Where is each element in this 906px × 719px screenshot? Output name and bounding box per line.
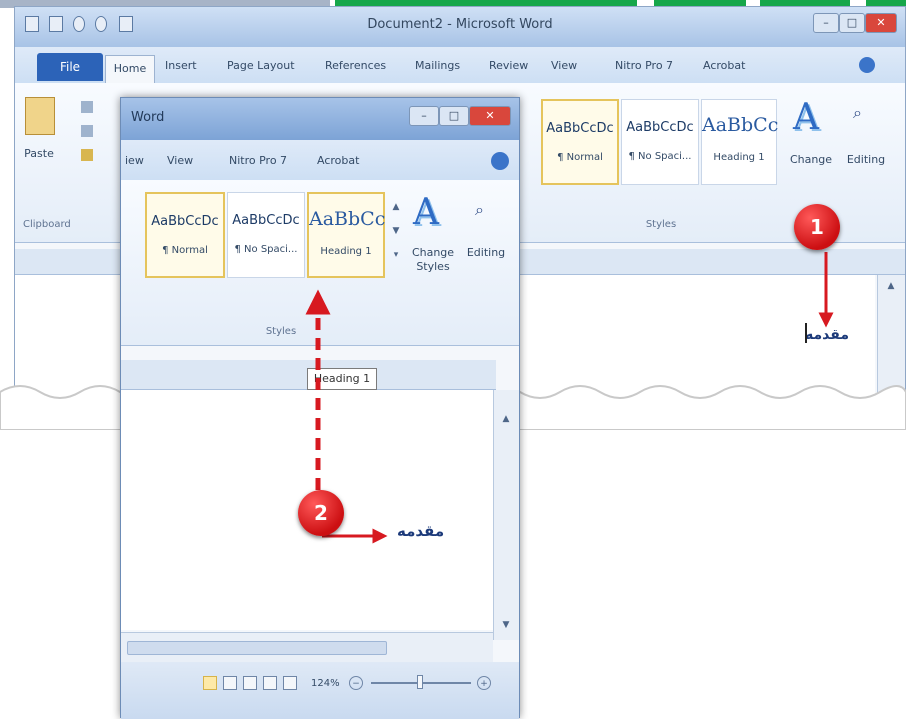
styles-group-label: Styles — [645, 219, 677, 230]
tab-page-layout[interactable]: Page Layout — [227, 59, 295, 72]
style-name: Heading 1 — [713, 152, 765, 163]
window-controls: – □ ✕ — [409, 106, 511, 126]
text-cursor — [805, 323, 807, 343]
clipboard-group-label: Clipboard — [23, 219, 71, 230]
minimize-button[interactable]: – — [409, 106, 439, 126]
style-sample: AaBbCcDc — [151, 214, 219, 229]
editing-label[interactable]: Editing — [461, 246, 511, 259]
title-bar: Word – □ ✕ — [121, 98, 519, 140]
zoom-slider-thumb[interactable] — [417, 675, 423, 689]
scroll-up-icon[interactable]: ▲ — [884, 279, 898, 293]
zoom-level[interactable]: 124% — [311, 678, 340, 689]
scroll-thumb[interactable] — [127, 641, 387, 655]
format-painter-icon[interactable] — [81, 149, 93, 161]
style-name: ¶ No Spaci... — [234, 244, 298, 255]
close-button[interactable]: ✕ — [865, 13, 897, 33]
maximize-button[interactable]: □ — [439, 106, 469, 126]
tab-references[interactable]: References — [325, 59, 386, 72]
copy-icon[interactable] — [81, 125, 93, 137]
ribbon-tabs: iew View Nitro Pro 7 Acrobat — [121, 140, 519, 180]
zoom-in-icon[interactable]: + — [477, 676, 491, 690]
gallery-more-icon[interactable]: ▾ — [389, 248, 403, 262]
tab-nitro-pro[interactable]: Nitro Pro 7 — [615, 59, 673, 72]
callout-2: 2 — [298, 490, 344, 536]
style-name: Heading 1 — [320, 246, 372, 257]
help-icon[interactable] — [491, 152, 509, 170]
style-heading-1[interactable]: AaBbCc Heading 1 — [701, 99, 779, 185]
zoom-out-icon[interactable]: − — [349, 676, 363, 690]
tab-view[interactable]: View — [167, 154, 193, 167]
window-title: Document2 - Microsoft Word — [367, 17, 553, 32]
tab-review[interactable]: iew — [125, 154, 144, 167]
outline-icon[interactable] — [263, 676, 277, 690]
ribbon-home: AaBbCcDc ¶ Normal AaBbCcDc ¶ No Spaci...… — [121, 180, 519, 346]
binoculars-icon[interactable]: ⌕ — [853, 103, 862, 123]
draft-icon[interactable] — [283, 676, 297, 690]
window-title: Word — [131, 110, 165, 125]
style-name: ¶ Normal — [162, 245, 208, 256]
style-sample: AaBbCcDc — [546, 121, 614, 136]
cut-icon[interactable] — [81, 101, 93, 113]
paste-label: Paste — [24, 147, 54, 160]
heading-text: مقدمه — [397, 522, 445, 540]
minimize-button[interactable]: – — [813, 13, 839, 33]
print-layout-icon[interactable] — [203, 676, 217, 690]
change-styles-label[interactable]: Change Styles — [405, 246, 461, 274]
style-sample: AaBbCc — [702, 114, 779, 136]
scroll-up-icon[interactable]: ▲ — [499, 412, 513, 426]
help-icon[interactable] — [859, 57, 875, 73]
styles-group-label: Styles — [265, 326, 297, 337]
style-heading-1[interactable]: AaBbCc Heading 1 — [307, 192, 385, 278]
ribbon-tabs: File Home Insert Page Layout References … — [15, 47, 905, 83]
style-name: ¶ No Spaci... — [628, 151, 692, 162]
tab-insert[interactable]: Insert — [165, 59, 197, 72]
style-tooltip: Heading 1 — [307, 368, 377, 390]
heading-text: مقدمه — [805, 327, 849, 343]
window-controls: – □ ✕ — [813, 13, 897, 33]
style-sample: AaBbCcDc — [626, 120, 694, 135]
title-bar: Document2 - Microsoft Word – □ ✕ — [15, 7, 905, 47]
callout-1: 1 — [794, 204, 840, 250]
style-normal[interactable]: AaBbCcDc ¶ Normal — [541, 99, 619, 185]
web-layout-icon[interactable] — [243, 676, 257, 690]
tab-mailings[interactable]: Mailings — [415, 59, 460, 72]
change-styles-label[interactable]: Change — [783, 153, 839, 166]
status-bar: 124% − + — [121, 662, 519, 719]
horizontal-scrollbar[interactable] — [121, 632, 493, 662]
vertical-scrollbar[interactable]: ▲ ▼ — [493, 390, 519, 640]
style-no-spacing[interactable]: AaBbCcDc ¶ No Spaci... — [227, 192, 305, 278]
full-screen-icon[interactable] — [223, 676, 237, 690]
style-name: ¶ Normal — [557, 152, 603, 163]
style-sample: AaBbCc — [309, 208, 386, 230]
editing-label[interactable]: Editing — [841, 153, 891, 166]
change-styles-icon[interactable]: A — [793, 97, 819, 138]
change-styles-icon[interactable]: A — [413, 192, 439, 233]
binoculars-icon[interactable]: ⌕ — [475, 200, 484, 220]
tab-acrobat[interactable]: Acrobat — [703, 59, 745, 72]
foreground-word-window: Word – □ ✕ iew View Nitro Pro 7 Acrobat … — [120, 97, 520, 719]
tab-view[interactable]: View — [551, 59, 577, 72]
tab-acrobat[interactable]: Acrobat — [317, 154, 359, 167]
tab-review[interactable]: Review — [489, 59, 528, 72]
paste-icon[interactable] — [25, 97, 55, 135]
tab-file[interactable]: File — [37, 53, 103, 81]
gallery-down-icon[interactable]: ▼ — [389, 224, 403, 238]
gallery-up-icon[interactable]: ▲ — [389, 200, 403, 214]
tab-home[interactable]: Home — [105, 55, 155, 83]
tab-nitro-pro[interactable]: Nitro Pro 7 — [229, 154, 287, 167]
maximize-button[interactable]: □ — [839, 13, 865, 33]
style-no-spacing[interactable]: AaBbCcDc ¶ No Spaci... — [621, 99, 699, 185]
close-button[interactable]: ✕ — [469, 106, 511, 126]
scroll-down-icon[interactable]: ▼ — [499, 618, 513, 632]
style-normal[interactable]: AaBbCcDc ¶ Normal — [145, 192, 225, 278]
style-sample: AaBbCcDc — [232, 213, 300, 228]
